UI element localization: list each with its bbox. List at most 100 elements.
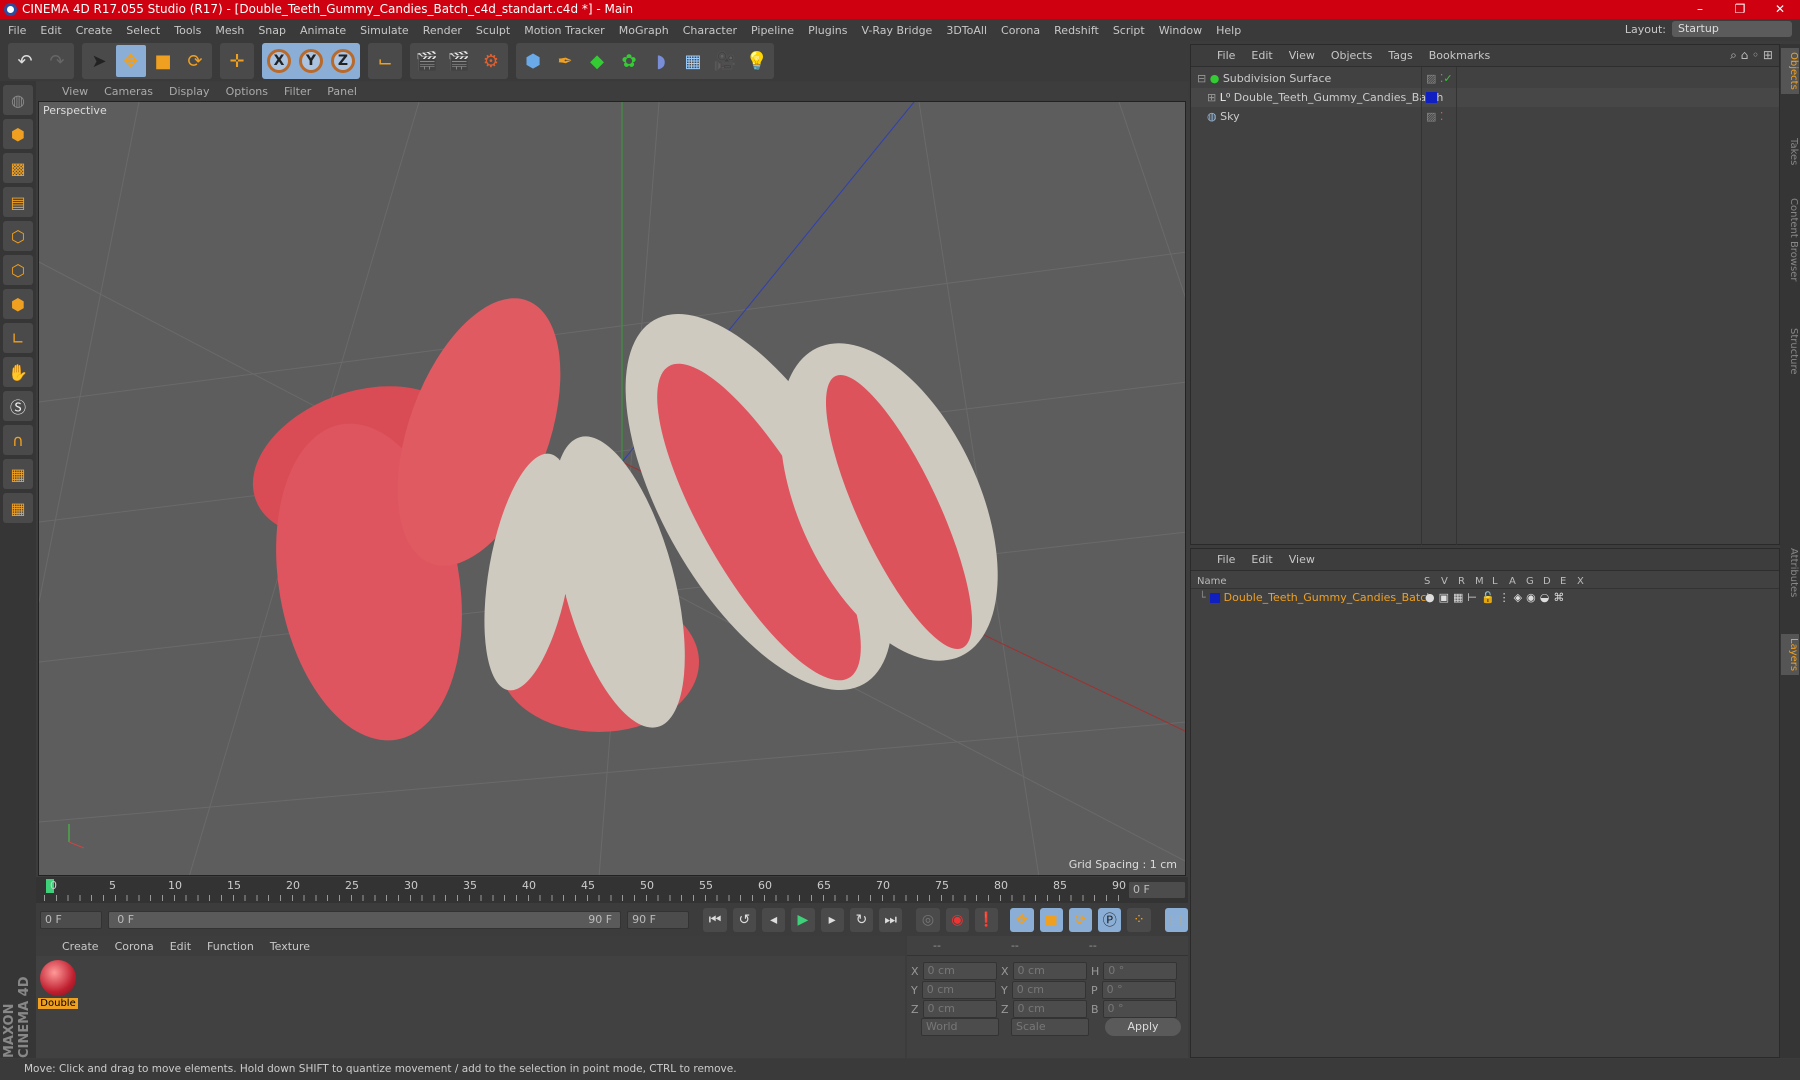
tweak-icon[interactable]: ✋ xyxy=(3,357,33,387)
menu-window[interactable]: Window xyxy=(1159,24,1202,37)
material-menu-corona[interactable]: Corona xyxy=(115,940,154,953)
layer-column-a[interactable]: A xyxy=(1506,576,1523,587)
close-button[interactable]: ✕ xyxy=(1760,0,1800,19)
menu-simulate[interactable]: Simulate xyxy=(360,24,409,37)
menu-tools[interactable]: Tools xyxy=(174,24,201,37)
light-icon[interactable]: 💡 xyxy=(742,45,772,77)
object-menu-tags[interactable]: Tags xyxy=(1388,49,1412,62)
deformer-icon[interactable]: ◗ xyxy=(646,45,676,77)
previous-frame-icon[interactable]: ◂ xyxy=(761,908,786,932)
layer-menu-edit[interactable]: Edit xyxy=(1251,553,1272,566)
layer-column-v[interactable]: V xyxy=(1438,576,1455,587)
side-tab-structure[interactable]: Structure xyxy=(1781,324,1799,379)
pen-icon[interactable]: ✒ xyxy=(550,45,580,77)
apply-button[interactable]: Apply xyxy=(1105,1018,1181,1036)
move-icon[interactable]: ✥ xyxy=(116,45,146,77)
menu-mesh[interactable]: Mesh xyxy=(215,24,244,37)
viewport-menu-options[interactable]: Options xyxy=(226,85,268,98)
start-frame-field[interactable]: 0 F xyxy=(40,911,103,929)
subdivision-icon[interactable]: ◆ xyxy=(582,45,612,77)
object-row-sky[interactable]: ◍ Sky ▨ ⁚ xyxy=(1191,107,1779,126)
coord-value-field[interactable]: 0 cm xyxy=(1011,981,1086,999)
menu-sculpt[interactable]: Sculpt xyxy=(476,24,510,37)
key-rotation-icon[interactable]: ⟳ xyxy=(1068,908,1093,932)
layer-color-tag[interactable] xyxy=(1426,92,1437,103)
menu-create[interactable]: Create xyxy=(76,24,113,37)
timeline-ruler[interactable]: 0 5 10 15 20 25 30 35 40 45 50 55 60 65 70 75 80 85 90 0 F xyxy=(36,877,1188,903)
viewport-menu-cameras[interactable]: Cameras xyxy=(104,85,153,98)
layer-column-g[interactable]: G xyxy=(1523,576,1540,587)
layer-column-e[interactable]: E xyxy=(1557,576,1574,587)
layer-menu-view[interactable]: View xyxy=(1289,553,1315,566)
coord-value-field[interactable]: 0 ° xyxy=(1101,981,1176,999)
undo-icon[interactable]: ↶ xyxy=(10,45,40,77)
layer-row[interactable]: └ Double_Teeth_Gummy_Candies_Batch ●▣▦⊢🔓… xyxy=(1191,589,1779,607)
edges-mode-icon[interactable]: ⬡ xyxy=(3,255,33,285)
object-menu-file[interactable]: File xyxy=(1217,49,1235,62)
object-menu-edit[interactable]: Edit xyxy=(1251,49,1272,62)
coord-value-field[interactable]: 0 ° xyxy=(1102,1000,1177,1018)
coord-value-field[interactable]: 0 ° xyxy=(1103,962,1178,980)
object-row-subdivision[interactable]: ⊟ ● Subdivision Surface ▨ ⁚✓ xyxy=(1191,69,1779,88)
menu-redshift[interactable]: Redshift xyxy=(1054,24,1099,37)
menu-help[interactable]: Help xyxy=(1216,24,1241,37)
model-mode-icon[interactable]: ◍ xyxy=(3,85,33,115)
visibility-dots[interactable]: ▨ ⁚ xyxy=(1426,107,1443,126)
side-tab-content-browser[interactable]: Content Browser xyxy=(1781,194,1799,285)
layer-column-m[interactable]: M xyxy=(1472,576,1489,587)
layer-menu-file[interactable]: File xyxy=(1217,553,1235,566)
viewport-menu-filter[interactable]: Filter xyxy=(284,85,311,98)
viewport-menu-display[interactable]: Display xyxy=(169,85,210,98)
key-pla-icon[interactable]: ⁘ xyxy=(1127,908,1151,932)
material-item[interactable]: Double xyxy=(38,958,78,1010)
solo-icon[interactable]: Ⓢ xyxy=(3,391,33,421)
current-frame-field[interactable]: 0 F xyxy=(1128,881,1186,899)
side-tab-takes[interactable]: Takes xyxy=(1781,134,1799,169)
layer-column-s[interactable]: S xyxy=(1421,576,1438,587)
lock-workplane-icon[interactable]: ▦ xyxy=(3,459,33,489)
viewport-menu-view[interactable]: View xyxy=(62,85,88,98)
menu-select[interactable]: Select xyxy=(126,24,160,37)
side-tab-layers[interactable]: Layers xyxy=(1781,634,1799,676)
material-menu-create[interactable]: Create xyxy=(62,940,99,953)
cube-icon[interactable]: ⬢ xyxy=(518,45,548,77)
end-frame-field[interactable]: 90 F xyxy=(627,911,690,929)
y-axis-icon[interactable]: Y xyxy=(299,49,323,73)
menu-character[interactable]: Character xyxy=(683,24,737,37)
snap-icon[interactable]: ∩ xyxy=(3,425,33,455)
menu-plugins[interactable]: Plugins xyxy=(808,24,847,37)
visibility-dots[interactable]: ▨ ⁚✓ xyxy=(1426,69,1453,88)
x-axis-icon[interactable]: X xyxy=(267,49,291,73)
coord-value-field[interactable]: 0 cm xyxy=(922,962,997,980)
material-menu-function[interactable]: Function xyxy=(207,940,254,953)
timeline-window-icon[interactable]: ▤ xyxy=(1164,908,1188,932)
coordinate-system-icon[interactable]: ⌙ xyxy=(370,45,400,77)
layer-column-name[interactable]: Name xyxy=(1191,576,1421,587)
points-mode-icon[interactable]: ⬡ xyxy=(3,221,33,251)
z-axis-icon[interactable]: Z xyxy=(331,49,355,73)
menu-pipeline[interactable]: Pipeline xyxy=(751,24,794,37)
coord-value-field[interactable]: 0 cm xyxy=(922,1000,997,1018)
redo-icon[interactable]: ↷ xyxy=(42,45,72,77)
play-icon[interactable]: ▶ xyxy=(791,908,815,932)
menu-script[interactable]: Script xyxy=(1113,24,1145,37)
viewport-menu-panel[interactable]: Panel xyxy=(327,85,357,98)
maximize-button[interactable]: ❐ xyxy=(1720,0,1760,19)
polygons-mode-icon[interactable]: ⬢ xyxy=(3,289,33,319)
layer-column-l[interactable]: L xyxy=(1489,576,1506,587)
menu-snap[interactable]: Snap xyxy=(258,24,286,37)
workplane-icon[interactable]: ▤ xyxy=(3,187,33,217)
camera-icon[interactable]: 🎥 xyxy=(710,45,740,77)
layout-dropdown[interactable]: Startup xyxy=(1672,21,1792,37)
key-position-icon[interactable]: ✥ xyxy=(1010,908,1034,932)
menu-animate[interactable]: Animate xyxy=(300,24,346,37)
select-icon[interactable]: ➤ xyxy=(84,45,114,77)
rotate-icon[interactable]: ⟳ xyxy=(180,45,210,77)
menu-v-ray-bridge[interactable]: V-Ray Bridge xyxy=(861,24,932,37)
motion-path-icon[interactable]: ◎ xyxy=(916,908,940,932)
key-scale-icon[interactable]: ■ xyxy=(1039,908,1063,932)
previous-key-icon[interactable]: ↺ xyxy=(732,908,756,932)
grid-icon[interactable]: ▦ xyxy=(3,493,33,523)
go-to-end-icon[interactable]: ⏭ xyxy=(879,908,903,932)
coord-value-field[interactable]: 0 cm xyxy=(921,981,996,999)
